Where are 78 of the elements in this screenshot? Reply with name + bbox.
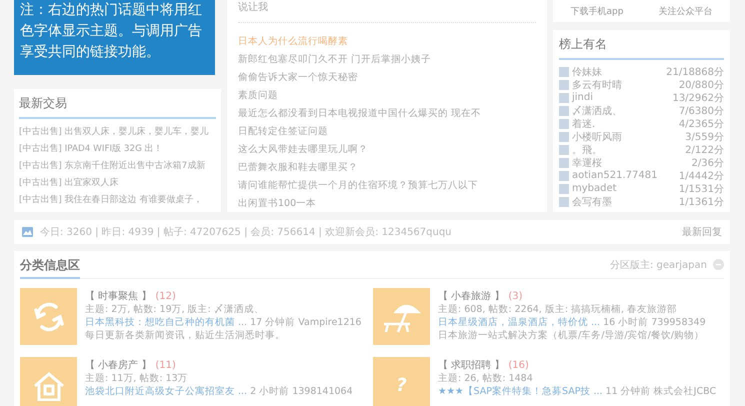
exchange-arrows-icon bbox=[32, 300, 66, 334]
forum-icon[interactable] bbox=[373, 288, 430, 345]
topic-text: 说让我 bbox=[238, 2, 269, 14]
forum-name-link[interactable]: 【 时事聚焦 】 bbox=[85, 290, 152, 303]
forum-stats: 主题: 11万, 帖数: 13万 bbox=[85, 372, 189, 385]
topic-link[interactable]: 请问谁能帮忙提供一个月的住宿环境？预算七万八以下 bbox=[238, 177, 536, 195]
post-count: (3) bbox=[508, 290, 523, 303]
user-score: 13/2962分 bbox=[672, 92, 724, 104]
topic-link[interactable]: 日本人为什么流行喝酵素 bbox=[238, 33, 536, 51]
user-score: 2/122分 bbox=[685, 144, 724, 156]
section-title: 榜上有名 bbox=[559, 32, 724, 60]
post-count: (16) bbox=[508, 359, 529, 372]
forum-icon[interactable]: ? bbox=[373, 357, 430, 406]
user-link[interactable]: 着迷. bbox=[572, 116, 679, 130]
user-link[interactable]: 伶妹妹 bbox=[572, 64, 666, 78]
forum-stats: 主题: 26, 帖数: 1484 bbox=[438, 372, 534, 385]
forum-description: 每日更新各类新闻资讯，贴近生活洞悉时事。 bbox=[85, 329, 286, 342]
user-score: 20/880分 bbox=[678, 78, 724, 92]
user-score: 1/4442分 bbox=[678, 170, 724, 182]
image-icon bbox=[22, 227, 33, 237]
latest-post-meta: 16 小时前 739958349 bbox=[603, 317, 706, 328]
app-link[interactable]: 下载手机app bbox=[570, 4, 624, 18]
stats-text: 今日: 3260 | 昨日: 4939 | 帖子: 47207625 | 会员: 756614 | 欢迎新会员: 1234567ququ bbox=[40, 226, 453, 239]
user-link[interactable]: 。飛。 bbox=[572, 142, 686, 156]
moderator-text: 分区版主: gearjapan bbox=[610, 258, 707, 272]
topic-link[interactable]: 最近怎么都没看到日本电视报道中国什么爆买的 现在不 bbox=[238, 105, 536, 123]
user-score: 21/18868分 bbox=[666, 66, 724, 78]
forum-name-link[interactable]: 【 小春房产 】 bbox=[85, 359, 152, 372]
question-mark-icon: ? bbox=[396, 376, 407, 394]
user-link[interactable]: 〆潇洒成、 bbox=[572, 104, 679, 118]
topic-link[interactable]: 素质问题 bbox=[238, 87, 536, 105]
user-link[interactable]: mybadet bbox=[572, 183, 679, 194]
user-score: 7/6380分 bbox=[678, 104, 724, 118]
forum-icon[interactable] bbox=[20, 288, 77, 345]
post-count: (11) bbox=[155, 359, 176, 372]
trade-link[interactable]: [中古出售] IPAD4 WIFI版 32G 出！ bbox=[19, 141, 163, 158]
user-score: 1/1531分 bbox=[678, 182, 724, 196]
forum-stats: 主题: 608, 帖数: 2264, 版主: 搞搞玩楠楠, 春友旅游部 bbox=[438, 303, 678, 316]
forum-stats: 主题: 2万, 帖数: 19万, 版主: 〆潇洒成、 bbox=[85, 303, 265, 316]
section-title: 最新交易 bbox=[19, 91, 216, 119]
topic-link[interactable]: 偷偷告诉大家一个惊天秘密 bbox=[238, 69, 536, 87]
forum-icon[interactable] bbox=[20, 357, 77, 406]
trade-link[interactable]: [中古出售] 出宜家双人床 bbox=[19, 175, 119, 192]
topic-link[interactable]: 新郎红包塞尽叩门久不开 门开后掌掴小姨子 bbox=[238, 51, 536, 69]
latest-post-link[interactable]: 池袋北口附近高级女子公寓招室友 ... bbox=[85, 386, 248, 397]
forum-name-link[interactable]: 【 求职招聘 】 bbox=[438, 359, 504, 372]
forum-description: 日本旅游一站式解决方案（机票/车务/导游/宾馆/餐饮/购物） bbox=[438, 329, 706, 342]
user-link[interactable]: 会写有墨 bbox=[572, 194, 679, 208]
trade-link[interactable]: [中古出售] 东京南千住附近出售中古冰箱7成新 bbox=[19, 158, 206, 175]
user-score: 4/2365分 bbox=[678, 118, 724, 130]
section-title: 分类信息区 bbox=[20, 252, 80, 278]
latest-post-link[interactable]: 日本星级酒店，温泉酒店，特价优 ... bbox=[438, 317, 600, 328]
user-link[interactable]: jindi bbox=[572, 92, 672, 103]
user-link[interactable]: aotian521.77481 bbox=[572, 170, 679, 181]
house-icon bbox=[32, 370, 66, 400]
collapse-icon[interactable] bbox=[713, 259, 724, 270]
topic-link[interactable]: 巴蕾舞衣服和鞋去哪里买？ bbox=[238, 159, 536, 177]
forum-name-link[interactable]: 【 小春旅游 】 bbox=[438, 290, 504, 303]
user-score: 3/559分 bbox=[685, 130, 724, 144]
user-link[interactable]: 幸運桜 bbox=[572, 156, 692, 170]
trade-link[interactable]: [中古出售] 出售双人床，婴儿床，婴儿车，婴儿 bbox=[19, 124, 209, 141]
user-link[interactable]: 小楼听风雨 bbox=[572, 130, 686, 144]
latest-replies-link[interactable]: 最新回复 bbox=[682, 225, 722, 239]
topic-link[interactable]: 出闲置书100一本 bbox=[238, 195, 536, 213]
trade-link[interactable]: [中古出售] 我住在春日部这边 有谁要做桌子， bbox=[19, 192, 202, 209]
user-score: 1/1361分 bbox=[678, 196, 724, 208]
latest-post-link[interactable]: ★★★【SAP案件特集！急募SAP技 ... bbox=[438, 386, 602, 397]
topic-link[interactable]: 日配转定住签证问题 bbox=[238, 123, 536, 141]
notice-banner: 注：右边的热门话题中将用红色字体显示主题。与调用广告享受共同的链接功能。 bbox=[14, 0, 215, 75]
latest-post-meta: 17 分钟前 Vampire1216 bbox=[250, 317, 362, 328]
post-count: (12) bbox=[155, 290, 176, 303]
user-score: 2/36分 bbox=[692, 156, 724, 170]
topic-link[interactable]: 这么大风带娃去哪里玩儿啊？ bbox=[238, 141, 536, 159]
latest-post-meta: 11 分钟前 株式会社JCBC bbox=[606, 386, 716, 397]
latest-post-link[interactable]: 日本黑科技：想吃自己种的有机菌 ... bbox=[85, 317, 248, 328]
latest-post-meta: 2 小时前 1398141064 bbox=[250, 386, 353, 397]
app-link[interactable]: 关注公众平台 bbox=[658, 4, 712, 18]
user-link[interactable]: 多云有时晴 bbox=[572, 78, 679, 92]
